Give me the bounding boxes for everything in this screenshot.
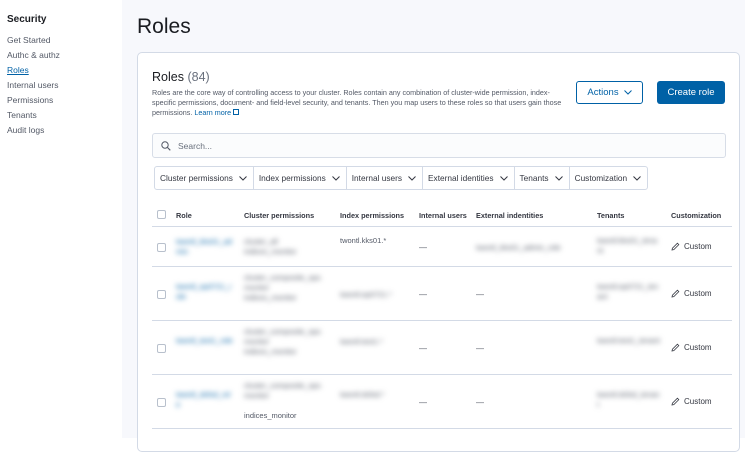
row-checkbox[interactable]	[157, 243, 166, 252]
pencil-icon	[671, 397, 680, 406]
external-identities-cell: twontl_kks01_admin_role	[476, 243, 561, 252]
index-permissions-cell: twontl.dsfsd.*	[340, 390, 385, 399]
cluster-permissions-cell: cluster_composite_ops monitor	[244, 381, 321, 400]
select-all-checkbox[interactable]	[157, 210, 166, 219]
table-row: twontl_test1_role cluster_composite_ops …	[152, 321, 732, 375]
internal-users-cell: —	[419, 344, 427, 353]
roles-table: Role Cluster permissions Index permissio…	[152, 203, 732, 429]
col-cluster-permissions[interactable]: Cluster permissions	[244, 211, 314, 220]
external-identities-cell: —	[476, 344, 484, 353]
roles-count: (84)	[187, 70, 210, 84]
index-permissions-cell: twontl.ep0721.*	[340, 290, 392, 299]
filter-label: Tenants	[519, 173, 549, 183]
filter-label: Internal users	[351, 173, 403, 183]
chevron-down-icon	[239, 175, 247, 181]
sidebar-item-get-started[interactable]: Get Started	[7, 33, 120, 48]
row-checkbox[interactable]	[157, 344, 166, 353]
filter-label: External identities	[428, 173, 494, 183]
table-row: twontl_dsfsd_role cluster_composite_ops …	[152, 375, 732, 429]
chevron-down-icon	[633, 175, 642, 181]
tenants-cell: twontl.dsfsd_tenant	[597, 390, 660, 409]
external-identities-cell: —	[476, 290, 484, 299]
chevron-down-icon	[408, 175, 416, 181]
chevron-down-icon	[499, 175, 508, 181]
cluster-permissions-cell: cluster_composite_ops monitor indices_mo…	[244, 273, 321, 302]
index-permissions-cell: twontl.kks01.*	[340, 236, 387, 245]
filter-cluster-permissions[interactable]: Cluster permissions	[155, 167, 254, 189]
actions-button[interactable]: Actions	[576, 81, 643, 104]
pencil-icon	[671, 343, 680, 352]
customization-label: Custom	[684, 289, 712, 298]
sidebar-item-authc-authz[interactable]: Authc & authz	[7, 48, 120, 63]
customization-label: Custom	[684, 397, 712, 406]
role-link[interactable]: twontl_dsfsd_role	[176, 390, 234, 410]
index-permissions-cell: twontl.test1.*	[340, 337, 383, 346]
pencil-icon	[671, 289, 680, 298]
tenants-cell: twontl.ep0721_tenant	[597, 282, 659, 301]
search-icon	[161, 140, 171, 151]
search-bar	[152, 133, 726, 158]
panel-description: Roles are the core way of controlling ac…	[152, 88, 562, 118]
learn-more-link[interactable]: Learn more	[194, 108, 240, 117]
panel-title: Roles (84)	[152, 70, 210, 84]
role-link[interactable]: twontl_test1_role	[176, 336, 234, 346]
filter-bar: Cluster permissions Index permissions In…	[154, 166, 649, 190]
col-customization[interactable]: Customization	[671, 211, 721, 220]
cluster-permission-visible: indices_monitor	[244, 411, 297, 420]
filter-external-identities[interactable]: External identities	[423, 167, 515, 189]
sidebar-item-audit-logs[interactable]: Audit logs	[7, 123, 120, 138]
tenants-cell: twontl.kks01_tenant	[597, 236, 658, 255]
filter-label: Customization	[574, 173, 628, 183]
learn-more-label: Learn more	[194, 108, 232, 117]
sidebar-item-tenants[interactable]: Tenants	[7, 108, 120, 123]
col-tenants[interactable]: Tenants	[597, 211, 624, 220]
customization-cell[interactable]: Custom	[671, 397, 712, 406]
role-link[interactable]: twontl_ep0721_role	[176, 282, 234, 302]
role-link[interactable]: twontl_kks01_admin	[176, 237, 234, 257]
tenants-cell: twontl.test1_tenant	[597, 336, 660, 345]
external-identities-cell: —	[476, 398, 484, 407]
row-checkbox[interactable]	[157, 290, 166, 299]
cluster-permissions-cell: cluster_composite_ops monitor indices_mo…	[244, 327, 321, 356]
sidebar-item-internal-users[interactable]: Internal users	[7, 78, 120, 93]
external-link-icon	[233, 109, 240, 115]
col-index-permissions[interactable]: Index permissions	[340, 211, 404, 220]
filter-customization[interactable]: Customization	[570, 167, 648, 189]
customization-label: Custom	[684, 242, 712, 251]
filter-tenants[interactable]: Tenants	[515, 167, 570, 189]
page-title: Roles	[137, 15, 191, 38]
internal-users-cell: —	[419, 243, 427, 252]
sidebar-item-roles[interactable]: Roles	[7, 63, 120, 78]
table-header: Role Cluster permissions Index permissio…	[152, 203, 732, 227]
internal-users-cell: —	[419, 398, 427, 407]
filter-index-permissions[interactable]: Index permissions	[254, 167, 347, 189]
panel-title-text: Roles	[152, 70, 184, 84]
customization-cell[interactable]: Custom	[671, 343, 712, 352]
cluster-permissions-cell: cluster_all indices_monitor	[244, 237, 297, 256]
chevron-down-icon	[623, 90, 632, 95]
sidebar-heading: Security	[7, 14, 47, 25]
col-role[interactable]: Role	[176, 211, 192, 220]
roles-panel: Roles (84) Roles are the core way of con…	[137, 52, 740, 452]
col-internal-users[interactable]: Internal users	[419, 211, 467, 220]
customization-label: Custom	[684, 343, 712, 352]
security-sidebar: Security Get Started Authc & authz Roles…	[0, 0, 120, 438]
pencil-icon	[671, 242, 680, 251]
search-input[interactable]	[178, 140, 678, 151]
customization-cell[interactable]: Custom	[671, 242, 712, 251]
actions-label: Actions	[587, 87, 619, 98]
filter-label: Cluster permissions	[160, 173, 233, 183]
create-role-button[interactable]: Create role	[657, 81, 725, 104]
filter-internal-users[interactable]: Internal users	[347, 167, 424, 189]
sidebar-item-permissions[interactable]: Permissions	[7, 93, 120, 108]
internal-users-cell: —	[419, 290, 427, 299]
filter-label: Index permissions	[258, 173, 326, 183]
table-row: twontl_kks01_admin cluster_all indices_m…	[152, 227, 732, 267]
col-external-identities[interactable]: External indentities	[476, 211, 543, 220]
table-row: twontl_ep0721_role cluster_composite_ops…	[152, 267, 732, 321]
chevron-down-icon	[331, 175, 340, 181]
chevron-down-icon	[554, 175, 563, 181]
customization-cell[interactable]: Custom	[671, 289, 712, 298]
row-checkbox[interactable]	[157, 398, 166, 407]
